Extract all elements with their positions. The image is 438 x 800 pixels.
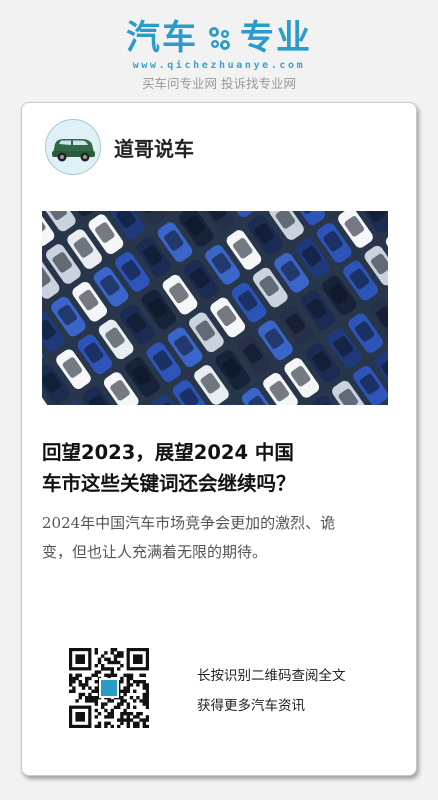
qr-caption-line1: 长按识别二维码查阅全文 [197,668,346,684]
author-row[interactable]: 道哥说车 [45,119,194,175]
brand-header: 汽车 专业 www.qichezhuanye.com 买车问专业网 投诉找专业网 [0,18,438,92]
qr-code-icon[interactable] [69,648,149,728]
car-avatar-icon[interactable] [45,119,101,175]
article-summary: 2024年中国汽车市场竞争会更加的激烈、诡 变，但也让人充满着无限的期待。 [42,509,392,567]
article-summary-line2: 变，但也让人充满着无限的期待。 [42,543,268,561]
article-title-line1: 回望2023，展望2024 中国 [42,441,294,464]
article-summary-line1: 2024年中国汽车市场竞争会更加的激烈、诡 [42,514,336,532]
brand-name-left: 汽车 [126,18,198,58]
brand-slogan: 买车问专业网 投诉找专业网 [142,76,296,91]
article-title-line2: 车市这些关键词还会继续吗？ [42,472,296,495]
article-title[interactable]: 回望2023，展望2024 中国 车市这些关键词还会继续吗？ [42,437,392,499]
brand-logo: 汽车 专业 [126,18,312,58]
brand-name-right: 专业 [240,18,312,58]
brand-url[interactable]: www.qichezhuanye.com [0,60,438,71]
hero-image[interactable] [42,211,388,405]
article-card[interactable]: 道哥说车 回望2023，展望2024 中国 车市这些关键词还会继续吗？ 2024… [21,102,417,776]
gear-icon [209,27,230,50]
qr-caption-line2: 获得更多汽车资讯 [197,698,305,714]
author-name[interactable]: 道哥说车 [114,133,194,162]
qr-caption: 长按识别二维码查阅全文 获得更多汽车资讯 [197,661,346,721]
